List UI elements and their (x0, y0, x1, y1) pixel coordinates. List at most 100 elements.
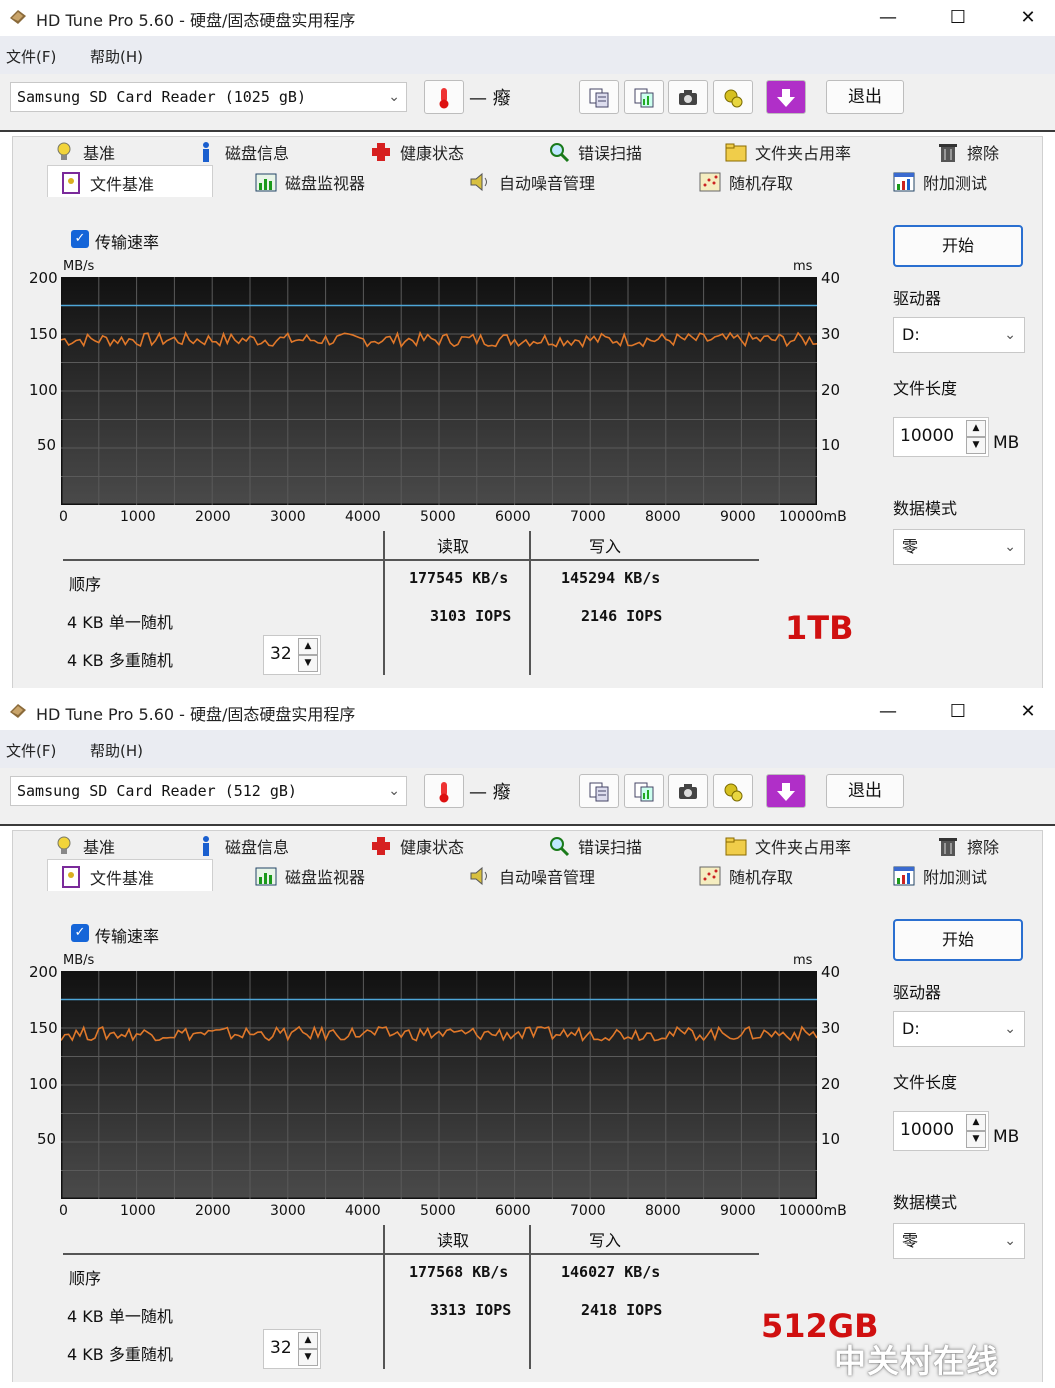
tab-file-benchmark[interactable]: 文件基准 (47, 165, 213, 199)
spin-up-icon[interactable]: ▲ (298, 1332, 318, 1349)
tab-error-scan[interactable]: 错误扫描 (548, 137, 642, 167)
temperature-button[interactable] (424, 774, 464, 808)
temperature-button[interactable] (424, 80, 464, 114)
row-label-4k-multi: 4 KB 多重随机 (67, 651, 173, 670)
row-label-4k-single: 4 KB 单一随机 (67, 613, 173, 632)
tab-erase[interactable]: 擦除 (937, 831, 999, 861)
window-title: HD Tune Pro 5.60 - 硬盘/固态硬盘实用程序 (36, 705, 356, 724)
y-left-tick: 150 (29, 1019, 58, 1037)
drive-select[interactable]: Samsung SD Card Reader (1025 gB) ⌄ (10, 82, 407, 112)
tab-extra-tests[interactable]: 附加测试 (893, 861, 987, 891)
y-right-unit: ms (793, 953, 813, 968)
spin-down-icon[interactable]: ▼ (298, 655, 318, 672)
tab-random-access[interactable]: 随机存取 (699, 167, 793, 197)
spin-down-icon[interactable]: ▼ (966, 437, 986, 454)
tab-erase[interactable]: 擦除 (937, 137, 999, 167)
thermometer-icon (439, 782, 449, 803)
x-tick: 8000 (645, 509, 681, 525)
x-tick: 7000 (570, 509, 606, 525)
maximize-button[interactable]: ☐ (938, 4, 978, 32)
start-button[interactable]: 开始 (893, 225, 1023, 267)
maximize-button[interactable]: ☐ (938, 698, 978, 726)
close-button[interactable]: ✕ (1008, 698, 1048, 726)
trash-icon (937, 141, 959, 163)
tab-error-scan[interactable]: 错误扫描 (548, 831, 642, 861)
speaker-icon (469, 865, 491, 887)
drive-select[interactable]: Samsung SD Card Reader (512 gB) ⌄ (10, 776, 407, 806)
file-length-stepper[interactable]: 10000 ▲ ▼ (893, 1111, 989, 1151)
title-bar: HD Tune Pro 5.60 - 硬盘/固态硬盘实用程序 — ☐ ✕ (0, 0, 1055, 36)
transfer-rate-checkbox[interactable]: ✓ (71, 230, 89, 248)
options-button[interactable] (713, 774, 753, 808)
drive-letter-select[interactable]: D: ⌄ (893, 1011, 1025, 1047)
copy-info-button[interactable] (579, 80, 619, 114)
tab-folder-usage[interactable]: 文件夹占用率 (725, 137, 851, 167)
drive-select-value: Samsung SD Card Reader (1025 gB) (17, 88, 306, 106)
tab-disk-info[interactable]: 磁盘信息 (195, 137, 289, 167)
copy-chart-icon (634, 88, 654, 108)
data-mode-select[interactable]: 零 ⌄ (893, 529, 1025, 565)
x-tick: 6000 (495, 509, 531, 525)
trash-icon (937, 835, 959, 857)
spin-up-icon[interactable]: ▲ (966, 1114, 986, 1131)
options-button[interactable] (713, 80, 753, 114)
tab-random-access[interactable]: 随机存取 (699, 861, 793, 891)
screenshot-button[interactable] (668, 80, 708, 114)
x-tick: 9000 (720, 1203, 756, 1219)
spin-up-icon[interactable]: ▲ (966, 420, 986, 437)
row-label-4k-multi: 4 KB 多重随机 (67, 1345, 173, 1364)
queue-depth-value: 32 (270, 1338, 292, 1358)
menu-help[interactable]: 帮助(H) (90, 46, 143, 67)
close-button[interactable]: ✕ (1008, 4, 1048, 32)
minimize-button[interactable]: — (868, 698, 908, 726)
menu-file[interactable]: 文件(F) (6, 46, 56, 67)
spin-down-icon[interactable]: ▼ (966, 1131, 986, 1148)
drive-letter-select[interactable]: D: ⌄ (893, 317, 1025, 353)
tab-file-benchmark[interactable]: 文件基准 (47, 859, 213, 893)
tab-label: 文件夹占用率 (755, 144, 852, 163)
save-button[interactable] (766, 80, 806, 114)
tab-noise[interactable]: 自动噪音管理 (469, 167, 595, 197)
read-header: 读取 (437, 1231, 470, 1250)
minimize-button[interactable]: — (868, 4, 908, 32)
tab-label: 基准 (83, 838, 116, 857)
y-left-tick: 200 (29, 269, 58, 287)
chevron-down-icon: ⌄ (1004, 327, 1016, 343)
transfer-rate-checkbox[interactable]: ✓ (71, 924, 89, 942)
tab-disk-monitor[interactable]: 磁盘监视器 (255, 167, 365, 197)
copy-info-button[interactable] (579, 774, 619, 808)
tab-health[interactable]: 健康状态 (370, 137, 464, 167)
queue-depth-stepper[interactable]: 32 ▲ ▼ (263, 1329, 321, 1369)
tab-health[interactable]: 健康状态 (370, 831, 464, 861)
spin-up-icon[interactable]: ▲ (298, 638, 318, 655)
y-left-unit: MB/s (63, 953, 95, 968)
data-mode-select[interactable]: 零 ⌄ (893, 1223, 1025, 1259)
copy-icon (589, 782, 609, 802)
read-header: 读取 (437, 537, 470, 556)
start-button[interactable]: 开始 (893, 919, 1023, 961)
sequential-read-value: 177545 KB/s (409, 569, 509, 587)
monitor-chart-icon (255, 865, 277, 887)
tab-noise[interactable]: 自动噪音管理 (469, 861, 595, 891)
queue-depth-stepper[interactable]: 32 ▲ ▼ (263, 635, 321, 675)
menu-bar: 文件(F) 帮助(H) (0, 36, 1055, 74)
tab-folder-usage[interactable]: 文件夹占用率 (725, 831, 851, 861)
tab-benchmark[interactable]: 基准 (53, 831, 115, 861)
tab-disk-info[interactable]: 磁盘信息 (195, 831, 289, 861)
tab-extra-tests[interactable]: 附加测试 (893, 167, 987, 197)
menu-help[interactable]: 帮助(H) (90, 740, 143, 761)
spin-down-icon[interactable]: ▼ (298, 1349, 318, 1366)
save-button[interactable] (766, 774, 806, 808)
tab-benchmark[interactable]: 基准 (53, 137, 115, 167)
exit-button[interactable]: 退出 (826, 774, 904, 808)
tab-disk-monitor[interactable]: 磁盘监视器 (255, 861, 365, 891)
file-length-stepper[interactable]: 10000 ▲ ▼ (893, 417, 989, 457)
tab-label: 随机存取 (729, 868, 794, 887)
chevron-down-icon: ⌄ (1004, 539, 1016, 555)
menu-file[interactable]: 文件(F) (6, 740, 56, 761)
copy-screen-button[interactable] (624, 774, 664, 808)
copy-screen-button[interactable] (624, 80, 664, 114)
screenshot-button[interactable] (668, 774, 708, 808)
exit-button[interactable]: 退出 (826, 80, 904, 114)
tab-label: 健康状态 (400, 838, 465, 857)
